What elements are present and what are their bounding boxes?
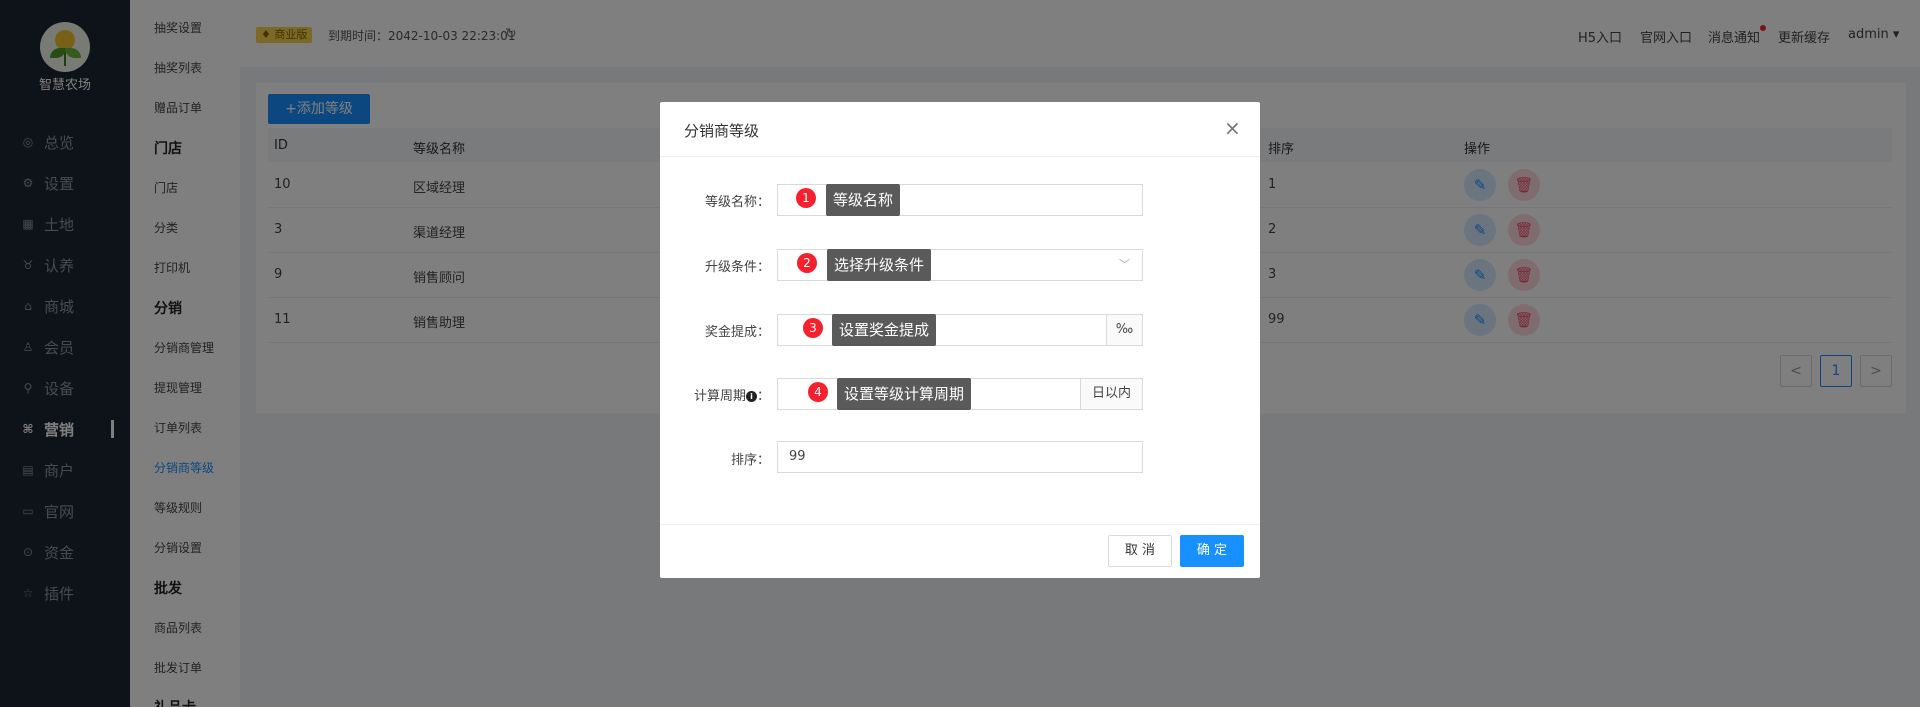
chevron-down-icon: ﹀ — [1119, 258, 1130, 271]
period-tooltip: 设置等级计算周期 — [837, 378, 972, 410]
bonus-label: 奖金提成： — [704, 325, 770, 340]
dialog-title: 分销商等级 — [684, 122, 760, 140]
info-icon: i — [745, 391, 757, 402]
level-name-tooltip: 等级名称 — [826, 184, 901, 216]
close-icon[interactable]: × — [1224, 116, 1241, 140]
confirm-button[interactable]: 确 定 — [1180, 535, 1244, 567]
sort-label: 排序： — [730, 453, 770, 468]
period-label: 计算周期 i： — [693, 389, 770, 404]
step-marker-1: 1 — [796, 188, 816, 208]
permille-addon: ‰ — [1106, 315, 1142, 345]
step-marker-3: 3 — [803, 318, 823, 338]
step-marker-4: 4 — [808, 382, 828, 402]
dialog-header: 分销商等级 × — [660, 102, 1260, 157]
step-marker-2: 2 — [797, 253, 817, 273]
cancel-button[interactable]: 取 消 — [1108, 535, 1172, 567]
upgrade-condition-label: 升级条件： — [704, 260, 770, 275]
distributor-level-dialog: 分销商等级 × 等级名称： 1 等级名称 升级条件： ﹀ 2 选择升级条件 奖金… — [660, 102, 1260, 578]
level-name-label: 等级名称： — [704, 195, 770, 210]
sort-input[interactable]: 99 — [777, 441, 1143, 473]
dialog-footer-divider — [660, 524, 1260, 525]
days-addon: 日以内 — [1080, 379, 1142, 409]
bonus-tooltip: 设置奖金提成 — [832, 314, 937, 346]
upgrade-condition-tooltip: 选择升级条件 — [827, 249, 932, 281]
